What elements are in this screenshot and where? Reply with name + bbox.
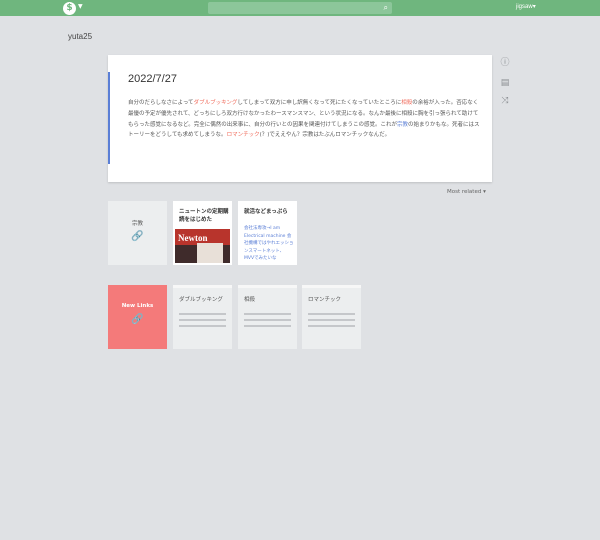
sort-dropdown[interactable]: Most related ▾ (447, 189, 486, 195)
thumbnail-text: Newton (178, 233, 208, 243)
page-title[interactable]: 2022/7/27 (128, 73, 177, 85)
new-link-card[interactable]: ダブルブッキング (173, 285, 232, 349)
info-icon[interactable]: ⓘ (500, 58, 510, 68)
related-page-thumbnail: Newton (175, 229, 230, 263)
new-links-tile: New Links 🔗 (108, 285, 167, 349)
user-menu[interactable]: jigsaw▾ (516, 3, 536, 10)
new-links-label: New Links (121, 303, 154, 309)
search-icon[interactable]: ⌕ (384, 3, 388, 13)
new-link-card[interactable]: 相殺 (238, 285, 297, 349)
new-link-title: ロマンチック (308, 297, 342, 303)
page-card: 2022/7/27 自分のだらしなさによってダブルブッキングしてしまって双方に申… (108, 55, 492, 182)
body-text: (？)でええやん？宗教はたぶんロマンチックなんだ。 (259, 132, 391, 139)
body-text: してしまって双方に申し訳無くなって死にたくなっていたところに (237, 100, 402, 106)
page-link[interactable]: 宗教 (397, 122, 408, 128)
related-page-card[interactable]: ニュートンの定期購読をはじめた Newton (173, 201, 232, 265)
page-link[interactable]: ダブルブッキング (194, 100, 238, 106)
line-indicator (108, 72, 110, 164)
page-link[interactable]: ロマンチック (227, 132, 260, 138)
shuffle-icon[interactable]: ⤨ (500, 96, 510, 106)
project-menu-chevron-icon[interactable]: ▼ (78, 3, 83, 10)
new-link-title: ダブルブッキング (179, 297, 223, 303)
related-page-card[interactable]: 就活などまっぷら 会社法専攻→I am Electrical machine 会… (238, 201, 297, 265)
project-logo-icon[interactable]: $ (63, 2, 76, 15)
document-icon[interactable]: ▤ (500, 78, 510, 88)
body-text: 自分のだらしなさによって (128, 100, 194, 106)
link-icon: 🔗 (131, 314, 144, 325)
top-bar: $ ▼ ⌕ jigsaw▾ (0, 0, 600, 16)
page-link[interactable]: 相殺 (401, 100, 412, 106)
related-page-title: ニュートンの定期購読をはじめた (179, 209, 229, 223)
search-input[interactable]: ⌕ (208, 2, 392, 14)
new-link-title: 相殺 (244, 297, 256, 303)
user-name: jigsaw (516, 4, 533, 10)
page-body[interactable]: 自分のだらしなさによってダブルブッキングしてしまって双方に申し訳無くなって死にた… (128, 98, 480, 141)
related-page-title: 就活などまっぷら (244, 209, 288, 215)
project-name[interactable]: yuta25 (68, 32, 92, 41)
related-page-excerpt: 会社法専攻→I am Electrical machine 会社機構ではやれエッ… (244, 226, 294, 261)
related-link-label: 宗教 (131, 221, 143, 227)
link-icon: 🔗 (131, 231, 144, 242)
sort-label: Most related (447, 189, 482, 195)
related-link-tile[interactable]: 宗教 🔗 (108, 201, 167, 265)
new-link-card[interactable]: ロマンチック (302, 285, 361, 349)
